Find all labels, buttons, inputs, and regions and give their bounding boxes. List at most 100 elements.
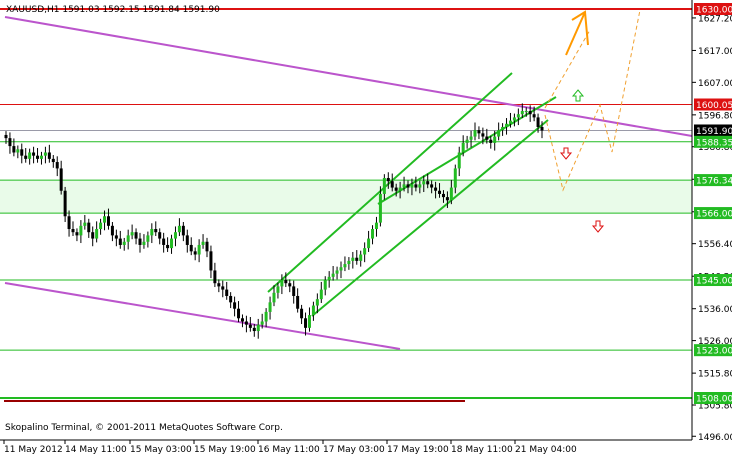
candle-body [237, 308, 241, 319]
candle-body [311, 305, 315, 316]
time-axis-ticks: 11 May 2012 14 May 11:00 15 May 03:00 15 Ma… [3, 440, 577, 455]
candle-body [355, 257, 359, 261]
level-label: 1576.34 [696, 177, 732, 187]
time-tick-label: 17 May 03:00 [323, 445, 385, 455]
candle-body [307, 315, 311, 328]
candle-body [536, 117, 540, 127]
level-label: 1600.05 [696, 101, 732, 111]
candle-body [193, 251, 197, 255]
candle-body [493, 136, 497, 143]
projection-path-a [544, 9, 641, 192]
candle-body [16, 149, 20, 153]
price-tick-label: 1515.80 [698, 370, 732, 380]
candle-body [414, 184, 418, 188]
candle-body [177, 225, 181, 233]
candle-body [201, 241, 205, 245]
candle-body [185, 235, 189, 245]
candle-body [99, 222, 103, 230]
candle-body [39, 155, 43, 159]
candle-body [394, 187, 398, 191]
candle-body [288, 283, 292, 287]
candle-body [473, 130, 477, 137]
candle-body [122, 241, 126, 245]
candle-body [225, 289, 229, 296]
candle-body [489, 139, 493, 143]
candle-body [142, 241, 146, 245]
candle-body [406, 184, 410, 188]
candle-body [150, 229, 154, 236]
candle-body [398, 187, 402, 191]
candle-body [126, 235, 130, 242]
down-arrow-icon [559, 147, 573, 160]
candle-body [79, 225, 83, 236]
candle-body [114, 235, 118, 239]
candle-body [347, 260, 351, 265]
candle-body [118, 238, 122, 245]
candle-body [213, 270, 217, 284]
candle-body [134, 232, 138, 239]
candle-body [327, 276, 331, 281]
upper-resistance-trendline [4, 16, 693, 137]
candle-body [276, 286, 280, 293]
price-tick-label: 1596.80 [698, 111, 732, 121]
candle-body [106, 216, 110, 226]
candle-body [205, 241, 209, 252]
candle-body [71, 229, 75, 233]
candle-body [528, 111, 532, 115]
candle-body [110, 225, 114, 236]
level-label: 1588.35 [696, 138, 732, 148]
candle-body [87, 222, 91, 233]
candle-body [280, 280, 284, 287]
candle-body [24, 155, 28, 159]
candle-body [300, 308, 304, 319]
candle-body [304, 318, 308, 328]
candle-body [323, 280, 327, 290]
candle-body [158, 232, 162, 239]
candle-body [264, 311, 268, 322]
candle-body [524, 111, 528, 113]
candle-body [520, 111, 524, 115]
candle-body [359, 254, 363, 261]
candle-body [51, 158, 55, 163]
candle-body [512, 117, 516, 121]
candle-body [374, 222, 378, 230]
candle-body [91, 232, 95, 239]
candle-body [296, 295, 300, 309]
candle-body [390, 181, 394, 188]
candle-body [67, 216, 71, 230]
candle-body [8, 138, 12, 147]
candle-body [371, 229, 375, 239]
candle-body [343, 264, 347, 268]
candle-body [47, 152, 51, 159]
candle-body [146, 235, 150, 242]
candle-body [465, 139, 469, 143]
level-label: 1591.90 [696, 127, 732, 137]
candle-body [339, 267, 343, 271]
time-tick-label: 11 May 2012 [4, 445, 63, 455]
candle-body [410, 184, 414, 188]
level-label: 1630.00 [696, 6, 732, 16]
candle-body [532, 114, 536, 118]
candle-body [256, 324, 260, 332]
candle-body [197, 244, 201, 255]
price-tick-label: 1496.00 [698, 433, 732, 443]
time-tick-label: 18 May 11:00 [451, 445, 513, 455]
candle-body [453, 168, 457, 188]
candles [4, 103, 544, 339]
candle-body [138, 238, 142, 245]
candle-body [319, 289, 323, 300]
candle-body [55, 162, 59, 169]
level-label: 1566.00 [696, 210, 732, 220]
candle-body [12, 146, 16, 153]
candle-body [485, 136, 489, 140]
candle-body [422, 181, 426, 185]
price-tick-label: 1607.00 [698, 79, 732, 89]
candle-body [402, 184, 406, 188]
candle-body [209, 251, 213, 271]
candle-body [315, 299, 319, 306]
candle-body [189, 244, 193, 252]
candle-body [248, 324, 252, 328]
price-chart[interactable]: 1627.201617.001607.001596.801586.801576.… [0, 0, 732, 455]
time-tick-label: 14 May 11:00 [65, 445, 127, 455]
candle-body [363, 248, 367, 255]
